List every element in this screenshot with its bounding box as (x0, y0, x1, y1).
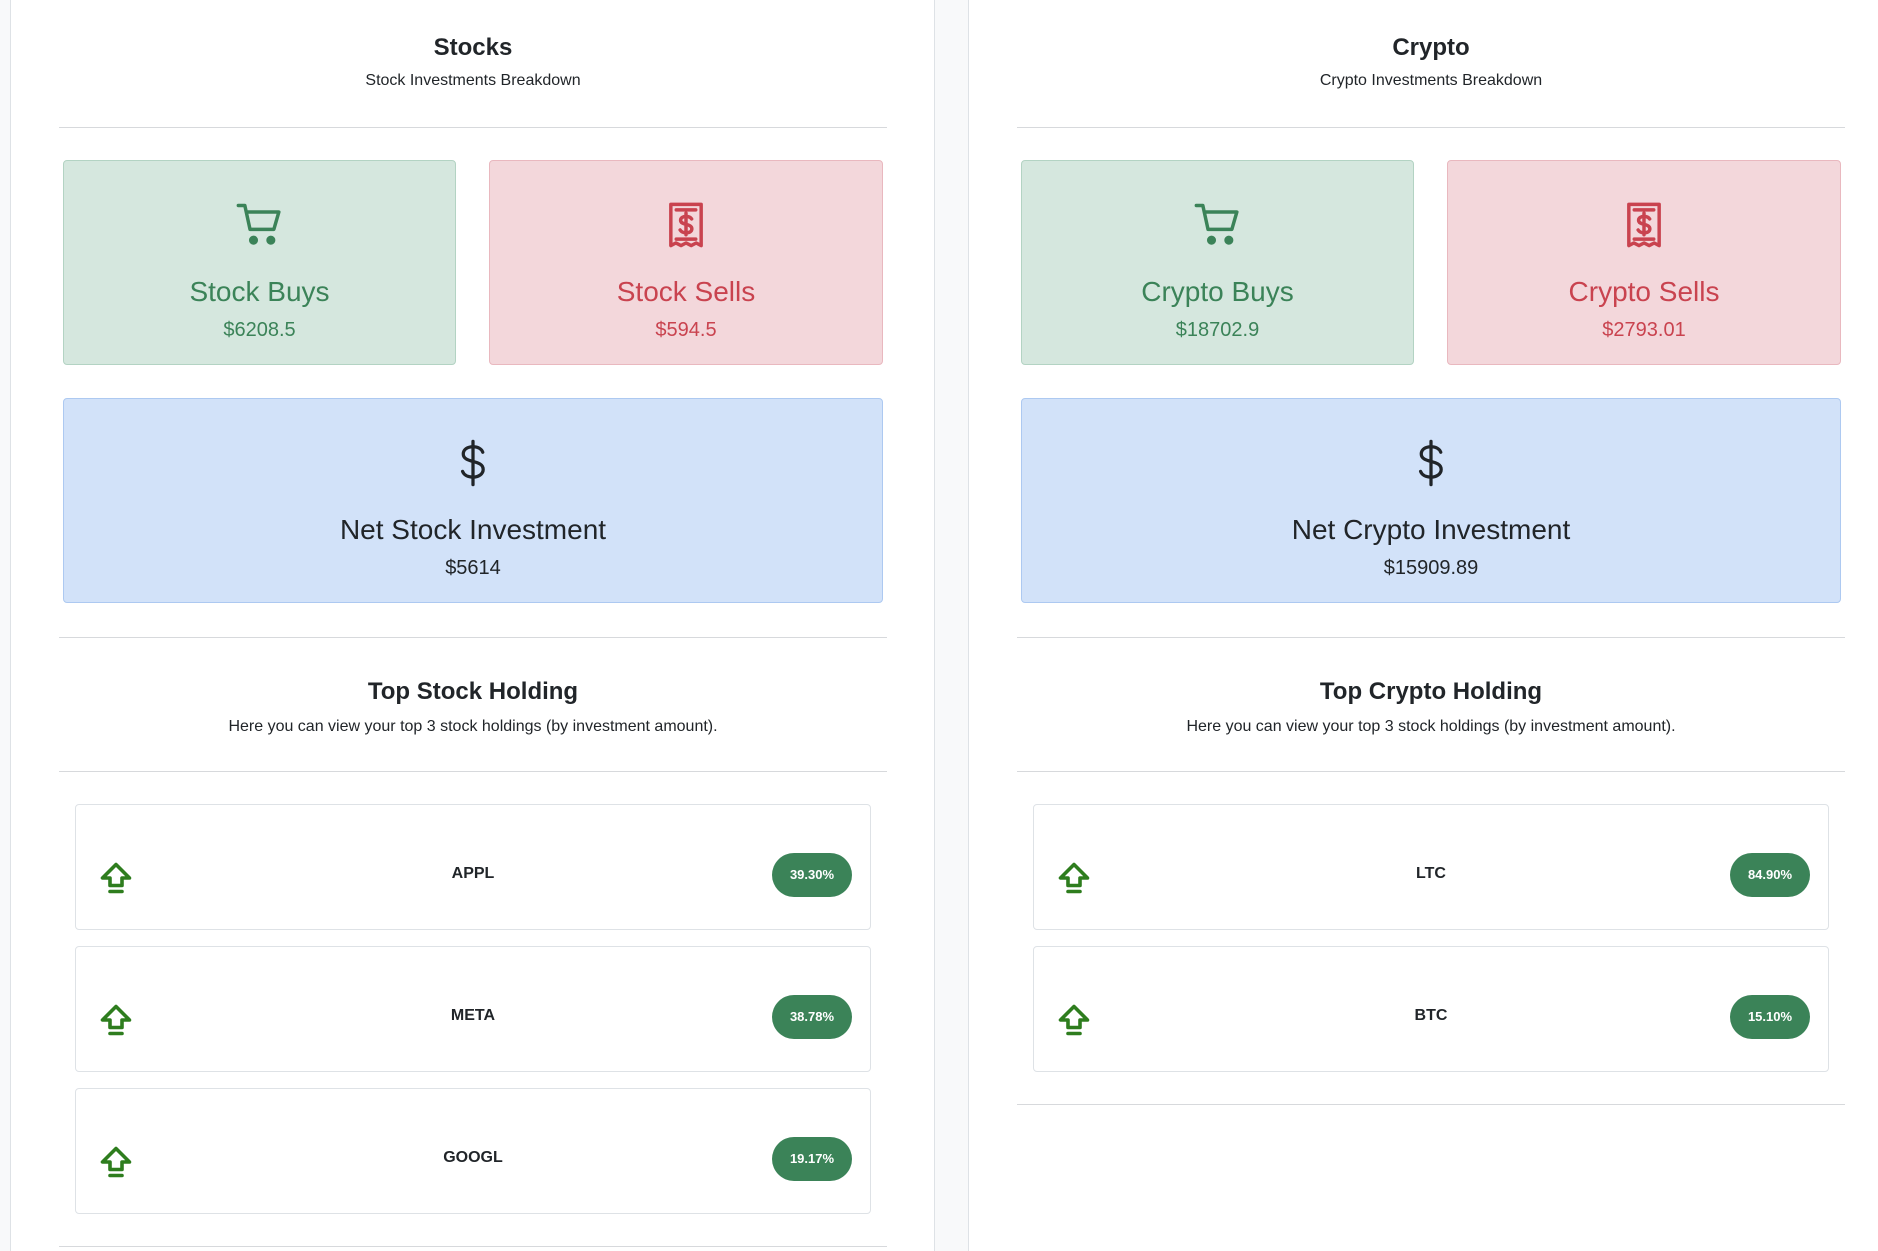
stock-holdings-section: APPL 39.30% META 38.78% GOOGL 19.17% (59, 772, 887, 1247)
holding-symbol: BTC (1414, 1007, 1448, 1024)
cart-icon (1194, 203, 1239, 245)
crypto-buys-card: Crypto Buys $18702.9 (1021, 160, 1414, 365)
crypto-buys-amount: $18702.9 (1175, 319, 1260, 341)
holding-percent-badge: 15.10% (1730, 995, 1810, 1039)
net-stock-label: Net Stock Investment (339, 514, 607, 545)
crypto-holdings-section: LTC 84.90% BTC 15.10% (1017, 772, 1845, 1105)
crypto-sells-label: Crypto Sells (1568, 276, 1720, 307)
net-crypto-investment-card: Net Crypto Investment $15909.89 (1021, 398, 1841, 603)
crypto-holdings-title: Top Crypto Holding (1319, 678, 1543, 705)
crypto-panel: Crypto Crypto Investments Breakdown Cryp… (968, 0, 1878, 1251)
holding-symbol: APPL (451, 865, 495, 882)
holding-symbol: META (450, 1007, 496, 1024)
stocks-title: Stocks (433, 34, 513, 61)
crypto-holdings-list: LTC 84.90% BTC 15.10% (1017, 772, 1845, 1072)
holding-percent-badge: 39.30% (772, 853, 852, 897)
list-item: META 38.78% (75, 946, 871, 1072)
holding-symbol: GOOGL (443, 1149, 503, 1166)
stock-buys-card: Stock Buys $6208.5 (63, 160, 456, 365)
stock-holdings-title: Top Stock Holding (367, 678, 579, 705)
list-item: APPL 39.30% (75, 804, 871, 930)
list-item: BTC 15.10% (1033, 946, 1829, 1072)
holding-percent-badge: 38.78% (772, 995, 852, 1039)
holding-percent-badge: 84.90% (1730, 853, 1810, 897)
receipt-icon (1627, 202, 1661, 248)
crypto-title: Crypto (1392, 34, 1470, 61)
dollar-icon (1418, 439, 1443, 487)
stock-sells-label: Stock Sells (616, 276, 756, 307)
receipt-icon (669, 202, 703, 248)
stock-holdings-subtitle: Here you can view your top 3 stock holdi… (228, 718, 718, 735)
stocks-subtitle: Stock Investments Breakdown (365, 72, 581, 89)
net-crypto-amount: $15909.89 (1383, 557, 1479, 579)
dollar-icon (460, 439, 485, 487)
stocks-header: Stocks Stock Investments Breakdown (59, 0, 887, 128)
holding-percent-badge: 19.17% (772, 1137, 852, 1181)
stocks-summary-cards: Stock Buys $6208.5 Stock Sells $594.5 Ne… (59, 128, 887, 638)
crypto-buys-label: Crypto Buys (1141, 276, 1294, 307)
crypto-subtitle: Crypto Investments Breakdown (1319, 72, 1543, 89)
crypto-summary-cards: Crypto Buys $18702.9 Crypto Sells $2793.… (1017, 128, 1845, 638)
stock-sells-amount: $594.5 (655, 319, 717, 341)
crypto-header: Crypto Crypto Investments Breakdown (1017, 0, 1845, 128)
stocks-panel: Stocks Stock Investments Breakdown Stock… (10, 0, 935, 1251)
cart-icon (236, 203, 281, 245)
stock-buys-amount: $6208.5 (223, 319, 296, 341)
stock-holdings-header: Top Stock Holding Here you can view your… (59, 638, 887, 772)
crypto-holdings-subtitle: Here you can view your top 3 stock holdi… (1186, 718, 1676, 735)
crypto-sells-card: Crypto Sells $2793.01 (1447, 160, 1841, 365)
list-item: LTC 84.90% (1033, 804, 1829, 930)
holding-symbol: LTC (1416, 865, 1446, 882)
net-crypto-label: Net Crypto Investment (1291, 514, 1571, 545)
stock-sells-card: Stock Sells $594.5 (489, 160, 883, 365)
crypto-holdings-header: Top Crypto Holding Here you can view you… (1017, 638, 1845, 772)
net-stock-amount: $5614 (445, 557, 501, 579)
crypto-sells-amount: $2793.01 (1602, 319, 1686, 341)
stock-holdings-list: APPL 39.30% META 38.78% GOOGL 19.17% (59, 772, 887, 1214)
stock-buys-label: Stock Buys (189, 276, 330, 307)
list-item: GOOGL 19.17% (75, 1088, 871, 1214)
net-stock-investment-card: Net Stock Investment $5614 (63, 398, 883, 603)
